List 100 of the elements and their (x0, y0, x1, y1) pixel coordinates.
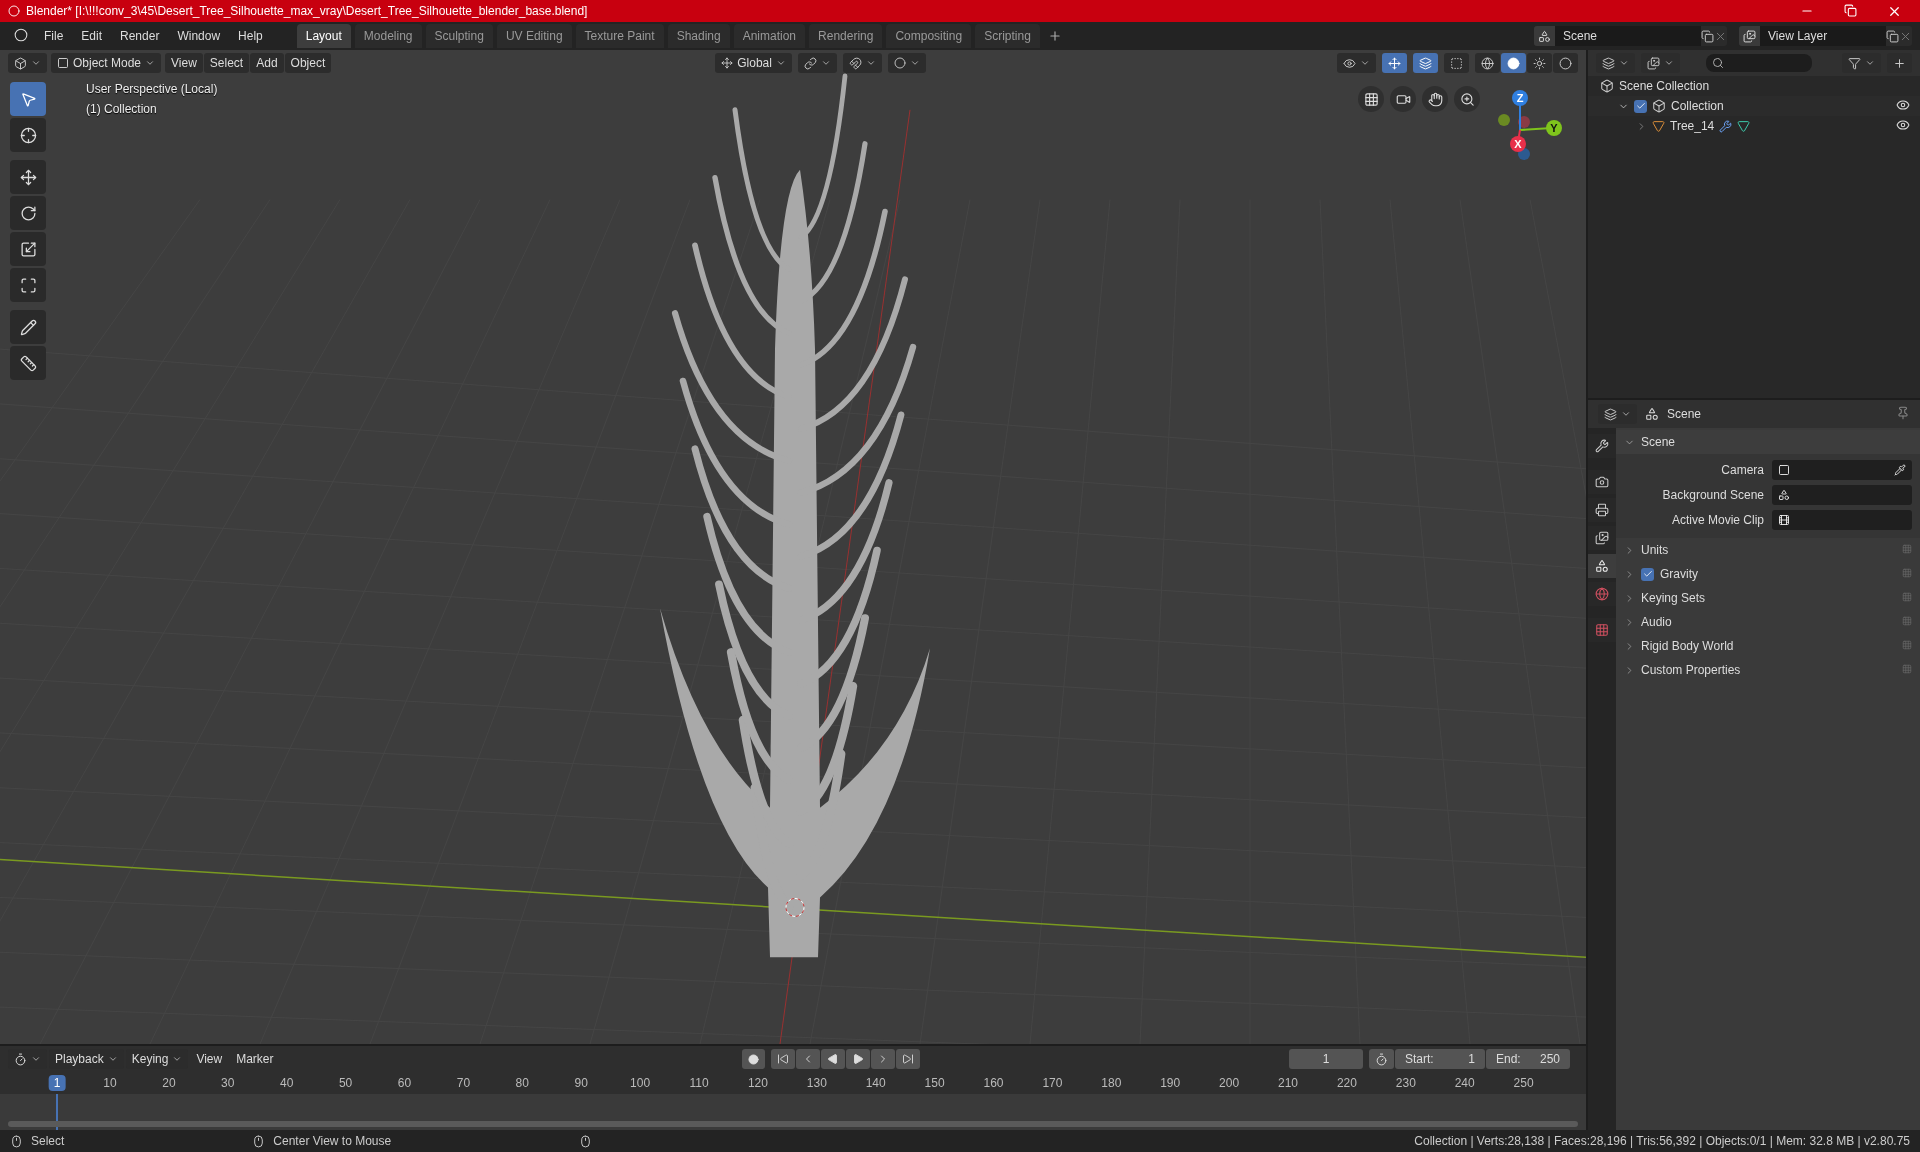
axis-ball[interactable] (1512, 90, 1528, 106)
viewport-menu[interactable]: Select (203, 53, 250, 73)
pan-button[interactable] (1422, 86, 1448, 112)
field-input[interactable] (1772, 460, 1912, 480)
panel-header[interactable]: Rigid Body World (1616, 634, 1920, 658)
camera-view-button[interactable] (1390, 86, 1416, 112)
jump-end-button[interactable] (895, 1049, 920, 1069)
select-icon (19, 90, 37, 108)
xray-button[interactable] (1444, 53, 1469, 73)
panel-header[interactable]: Custom Properties (1616, 658, 1920, 682)
editor-type-button[interactable] (8, 53, 47, 73)
axes-icon (721, 57, 734, 69)
play-button[interactable] (845, 1049, 870, 1069)
current-frame-field[interactable]: 1 (1289, 1049, 1363, 1069)
menu-item[interactable]: Render (112, 26, 168, 46)
timeline-menu[interactable]: View (190, 1049, 229, 1069)
play-reverse-button[interactable] (820, 1049, 845, 1069)
field-input[interactable] (1772, 510, 1912, 530)
workspace-tab[interactable]: Shading (667, 24, 730, 48)
tool-button[interactable] (10, 196, 46, 230)
mode-dropdown[interactable]: Object Mode (51, 53, 162, 73)
menu-item[interactable]: Edit (73, 26, 111, 46)
play-reverse-icon (826, 1053, 839, 1065)
end-frame-field[interactable]: End: 250 (1486, 1049, 1570, 1069)
outliner-item[interactable]: Tree_14 (1670, 119, 1715, 133)
menu-item[interactable]: File (36, 26, 72, 46)
menu-item[interactable]: Window (169, 26, 229, 46)
rendered-shading-button[interactable] (1553, 53, 1578, 73)
workspace-tab[interactable]: UV Editing (496, 24, 572, 48)
snap-button[interactable] (842, 53, 882, 73)
workspace-tab[interactable]: Scripting (975, 24, 1040, 48)
record-icon (747, 1053, 759, 1065)
scene-selector[interactable]: Scene (1534, 26, 1727, 46)
frame-number: 210 (1277, 1075, 1299, 1091)
pivot-button[interactable] (797, 53, 837, 73)
solid-shading-button[interactable] (1501, 53, 1526, 73)
menu-item[interactable]: Help (230, 26, 271, 46)
tool-button[interactable] (10, 346, 46, 380)
panel-header[interactable]: Audio (1616, 610, 1920, 634)
pivot-icon (803, 56, 817, 70)
record-button[interactable] (741, 1049, 765, 1069)
timeline-scrollbar[interactable] (8, 1121, 1578, 1127)
tool-button[interactable] (10, 232, 46, 266)
tool-button[interactable] (10, 118, 46, 152)
timeline-menu[interactable]: Marker (230, 1049, 280, 1069)
restore-icon[interactable] (1844, 3, 1857, 17)
tool-button[interactable] (10, 160, 46, 194)
search-field[interactable] (1706, 54, 1812, 72)
axis-label: X (1514, 138, 1522, 150)
workspace-tab[interactable]: Animation (733, 24, 806, 48)
viewport-menu[interactable]: Add (250, 53, 284, 73)
tool-button[interactable] (10, 310, 46, 344)
negative-axis-ball[interactable] (1518, 116, 1530, 128)
frame-number: 170 (1041, 1075, 1064, 1091)
caret-icon (775, 58, 786, 68)
properties-tab[interactable] (1588, 554, 1616, 578)
axis-ball[interactable] (1510, 136, 1526, 152)
tool-button[interactable] (10, 268, 46, 302)
viewport-menu[interactable]: Object (284, 53, 332, 73)
axis-ball[interactable] (1546, 120, 1562, 136)
proportional-button[interactable] (887, 53, 926, 73)
section-checkbox[interactable] (1641, 567, 1654, 581)
panel-header[interactable]: Units (1616, 538, 1920, 562)
rotate-icon (19, 204, 37, 222)
workspace-tab[interactable]: Compositing (886, 24, 972, 48)
collection-checkbox[interactable] (1634, 99, 1647, 113)
display-mode-button[interactable] (1596, 53, 1635, 73)
gizmo-button[interactable] (1382, 53, 1407, 73)
field-input[interactable] (1772, 485, 1912, 505)
workspace-tab[interactable]: Layout (296, 24, 351, 48)
zoom-button[interactable] (1454, 86, 1480, 112)
new-collection-button[interactable] (1887, 53, 1912, 73)
orientation-dropdown[interactable]: Global (715, 53, 792, 73)
negative-axis-ball[interactable] (1498, 114, 1510, 126)
visibility-button[interactable] (1337, 53, 1376, 73)
next-keyframe-button[interactable] (870, 1049, 895, 1069)
workspace-tab[interactable]: Texture Paint (575, 24, 664, 48)
panel-header[interactable]: Gravity (1616, 562, 1920, 586)
jump-start-button[interactable] (770, 1049, 795, 1069)
display-filter-button[interactable] (1641, 53, 1680, 73)
panel-header[interactable]: Keying Sets (1616, 586, 1920, 610)
viewport-menu[interactable]: View (165, 53, 203, 73)
workspace-tab[interactable]: Sculpting (425, 24, 493, 48)
editor-type-button[interactable] (1598, 404, 1637, 424)
view-layer-selector[interactable]: View Layer (1739, 26, 1912, 46)
workspace-tab[interactable]: Modeling (354, 24, 422, 48)
start-frame-field[interactable]: Start: 1 (1395, 1049, 1485, 1069)
preview-range-button[interactable] (1369, 1049, 1394, 1069)
add-workspace-icon[interactable] (1047, 29, 1062, 43)
outliner-item[interactable]: Scene Collection (1619, 79, 1710, 93)
workspace-tab[interactable]: Rendering (809, 24, 883, 48)
wireframe-shading-button[interactable] (1475, 53, 1500, 73)
filter-button[interactable] (1842, 53, 1881, 73)
frame-number: 190 (1159, 1075, 1182, 1091)
overlay-button[interactable] (1413, 53, 1438, 73)
frame-number: 80 (514, 1075, 530, 1091)
outliner-item[interactable]: Collection (1671, 99, 1724, 113)
ortho-toggle-button[interactable] (1358, 86, 1384, 112)
material-shading-button[interactable] (1527, 53, 1552, 73)
prev-keyframe-button[interactable] (795, 1049, 820, 1069)
